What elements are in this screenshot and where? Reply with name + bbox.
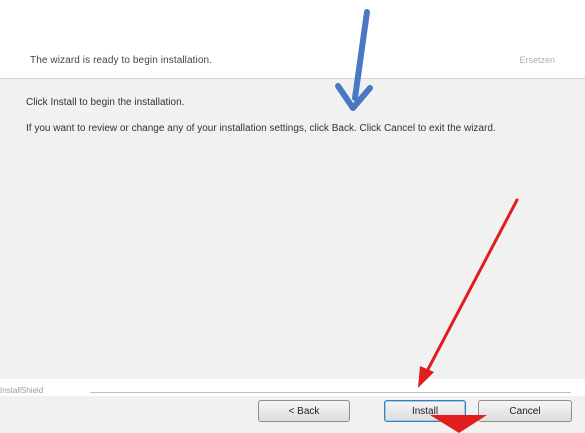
- wizard-header: The wizard is ready to begin installatio…: [0, 0, 585, 79]
- cancel-button[interactable]: Cancel: [478, 400, 572, 422]
- back-button[interactable]: < Back: [258, 400, 350, 422]
- info-text: If you want to review or change any of y…: [26, 123, 496, 134]
- header-subtitle: The wizard is ready to begin installatio…: [30, 55, 213, 66]
- installshield-label: InstallShield: [0, 386, 44, 395]
- header-logo: Ersetzen: [519, 55, 555, 65]
- brand-divider: [90, 392, 571, 394]
- install-button[interactable]: Install: [384, 400, 466, 422]
- instruction-text: Click Install to begin the installation.: [26, 97, 185, 108]
